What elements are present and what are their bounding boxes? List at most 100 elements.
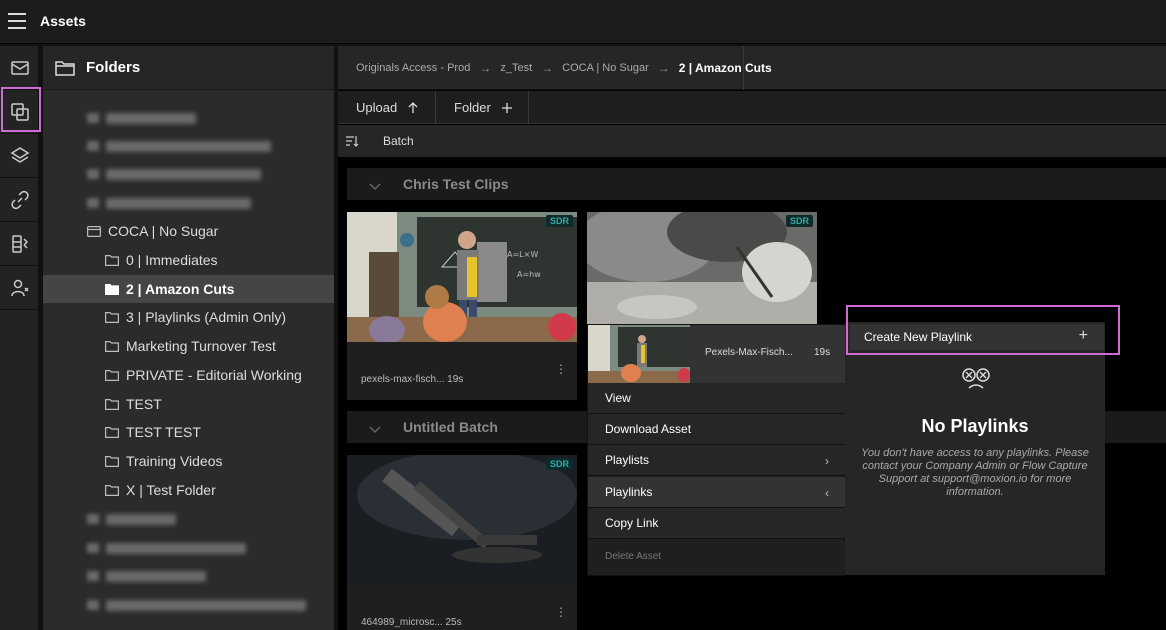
- chevron-down-icon: [369, 178, 381, 191]
- create-playlink-button[interactable]: Create New Playlink +: [850, 324, 1104, 350]
- folder-open-icon: [105, 283, 119, 295]
- folder-item-immediates[interactable]: 0 | Immediates: [43, 246, 334, 274]
- folder-icon: [105, 398, 119, 410]
- breadcrumb-item[interactable]: Originals Access - Prod: [356, 62, 470, 74]
- breadcrumb-item[interactable]: z_Test: [500, 62, 532, 74]
- group-title: Untitled Batch: [403, 419, 498, 435]
- nav-rail: [0, 46, 40, 630]
- group-header[interactable]: Chris Test Clips: [347, 168, 1166, 200]
- redacted-item[interactable]: [43, 505, 334, 533]
- folder-icon: [105, 254, 119, 266]
- redacted-item[interactable]: [43, 534, 334, 562]
- collection-icon: [87, 225, 101, 237]
- folder-item-coca-no-sugar[interactable]: COCA | No Sugar: [43, 217, 334, 245]
- folder-icon: [105, 311, 119, 323]
- folder-icon: [105, 455, 119, 467]
- arrow-up-icon: [408, 101, 418, 113]
- arrow-right-icon: →: [479, 61, 492, 75]
- svg-text:A=L×W: A=L×W: [507, 250, 538, 259]
- folder-icon: [105, 484, 119, 496]
- nav-users[interactable]: [0, 266, 40, 310]
- menu-icon[interactable]: [8, 13, 26, 29]
- nav-links[interactable]: [0, 178, 40, 222]
- folder-item-test-test[interactable]: TEST TEST: [43, 418, 334, 446]
- breadcrumb-item[interactable]: COCA | No Sugar: [562, 62, 649, 74]
- folder-label: X | Test Folder: [126, 482, 216, 498]
- link-icon: [11, 190, 29, 209]
- folder-item-private[interactable]: PRIVATE - Editorial Working: [43, 361, 334, 389]
- new-folder-button[interactable]: Folder: [454, 91, 513, 124]
- menu-item-download[interactable]: Download Asset: [588, 414, 846, 445]
- batch-bar: Batch: [338, 125, 1166, 157]
- batch-label[interactable]: Batch: [383, 134, 414, 148]
- menu-label: View: [605, 391, 631, 405]
- folders-title: Folders: [86, 59, 141, 76]
- group-header[interactable]: Untitled Batch: [347, 411, 587, 443]
- redacted-item[interactable]: [43, 591, 334, 619]
- create-playlink-label: Create New Playlink: [864, 330, 973, 344]
- asset-thumbnail[interactable]: A=L×W A=hw SDR: [347, 212, 577, 342]
- folder-item-training-videos[interactable]: Training Videos: [43, 447, 334, 475]
- asset-card[interactable]: SDR 464989_microsc... 25s ⋮: [347, 455, 577, 630]
- redacted-item[interactable]: [43, 132, 334, 160]
- asset-name: pexels-max-fisch... 19s: [361, 374, 464, 385]
- sdr-badge: SDR: [545, 215, 573, 227]
- more-icon[interactable]: ⋮: [555, 605, 567, 619]
- menu-label: Playlists: [605, 453, 650, 467]
- breadcrumb: Originals Access - Prod → z_Test → COCA …: [338, 46, 1166, 90]
- folder-icon: [105, 369, 119, 381]
- asset-card[interactable]: SDR: [587, 212, 817, 324]
- menu-item-playlinks[interactable]: Playlinks ‹: [588, 477, 846, 508]
- upload-button[interactable]: Upload: [356, 91, 419, 124]
- folder-item-playlinks[interactable]: 3 | Playlinks (Admin Only): [43, 303, 334, 331]
- context-asset-name: Pexels-Max-Fisch...: [705, 347, 793, 358]
- divider: [743, 46, 744, 90]
- svg-text:A=hw: A=hw: [517, 270, 541, 279]
- folder-label: PRIVATE - Editorial Working: [126, 367, 302, 383]
- menu-label: Delete Asset: [605, 551, 662, 562]
- asset-thumbnail[interactable]: SDR: [347, 455, 577, 585]
- inbox-icon: [11, 60, 29, 75]
- folder-icon: [55, 60, 75, 76]
- breadcrumb-current: 2 | Amazon Cuts: [678, 61, 772, 75]
- folder-label: Folder: [454, 100, 491, 115]
- menu-item-copy-link[interactable]: Copy Link: [588, 508, 846, 539]
- arrow-right-icon: →: [657, 61, 670, 75]
- empty-title: No Playlinks: [921, 416, 1029, 436]
- asset-thumbnail[interactable]: SDR: [587, 212, 817, 324]
- menu-item-view[interactable]: View: [588, 383, 846, 414]
- menu-label: Copy Link: [605, 516, 659, 530]
- writing-image: [587, 212, 817, 324]
- folder-item-test[interactable]: TEST: [43, 390, 334, 418]
- folder-item-amazon-cuts[interactable]: 2 | Amazon Cuts: [43, 275, 334, 303]
- menu-item-playlists[interactable]: Playlists ›: [588, 445, 846, 476]
- asset-card[interactable]: A=L×W A=hw SDR pexels-max-fisch... 19s ⋮: [347, 212, 577, 400]
- user-settings-icon: [11, 279, 29, 296]
- assets-highlight: [1, 87, 41, 132]
- menu-item-delete: Delete Asset: [588, 541, 846, 572]
- empty-face-icon: [962, 368, 990, 389]
- group-title: Chris Test Clips: [403, 176, 509, 192]
- folder-label: Marketing Turnover Test: [126, 338, 276, 354]
- redacted-item[interactable]: [43, 104, 334, 132]
- redacted-item[interactable]: [43, 562, 334, 590]
- folders-panel: Folders COCA | No Sugar 0 | Immediates 2…: [43, 46, 334, 630]
- folder-item-x-test-folder[interactable]: X | Test Folder: [43, 476, 334, 504]
- classroom-image: [588, 325, 690, 383]
- folder-item-marketing[interactable]: Marketing Turnover Test: [43, 332, 334, 360]
- workflow-icon: [12, 234, 29, 253]
- folder-icon: [105, 340, 119, 352]
- nav-inbox[interactable]: [0, 46, 40, 90]
- redacted-item[interactable]: [43, 160, 334, 188]
- folders-header: Folders: [43, 46, 334, 90]
- sdr-badge: SDR: [785, 215, 813, 227]
- toolbar: Upload Folder: [338, 91, 1166, 124]
- folder-label: 3 | Playlinks (Admin Only): [126, 309, 287, 325]
- microscope-image: [347, 455, 577, 585]
- nav-layers[interactable]: [0, 134, 40, 178]
- folder-label: TEST: [126, 396, 162, 412]
- nav-workflow[interactable]: [0, 222, 40, 266]
- more-icon[interactable]: ⋮: [555, 362, 567, 376]
- redacted-item[interactable]: [43, 189, 334, 217]
- sort-icon[interactable]: [345, 134, 359, 148]
